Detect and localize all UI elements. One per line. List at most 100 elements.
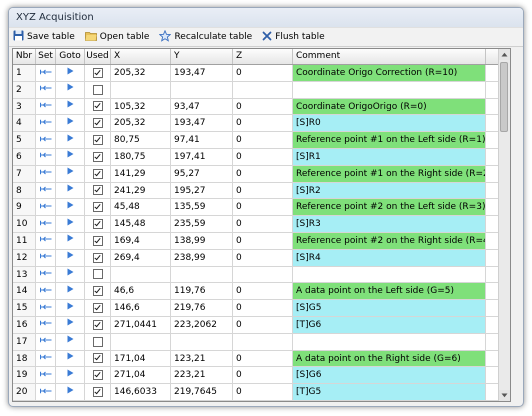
z-cell[interactable]: 0 [233,367,293,384]
goto-button[interactable] [56,367,85,384]
set-button[interactable] [36,300,56,316]
goto-button[interactable] [56,249,85,266]
z-cell[interactable]: 0 [233,115,293,132]
scroll-up-arrow-icon[interactable] [499,49,510,60]
comment-cell[interactable]: [S]R1 [293,148,486,165]
goto-button[interactable] [56,216,85,232]
set-button[interactable] [36,148,56,165]
used-checkbox[interactable] [92,353,103,364]
y-cell[interactable]: 119,76 [171,283,233,300]
z-cell[interactable]: 0 [233,182,293,199]
col-x-header[interactable]: X [111,49,171,64]
used-checkbox[interactable] [92,269,103,280]
used-checkbox[interactable] [92,135,103,146]
comment-cell[interactable]: [S]R3 [293,216,486,232]
recalculate-table-button[interactable]: Recalculate table [159,29,252,45]
x-cell[interactable]: 80,75 [111,132,171,148]
comment-cell[interactable]: Coordinate Origo Correction (R=10) [293,65,486,81]
table-row[interactable]: 17 [13,333,510,351]
goto-button[interactable] [56,132,85,148]
z-cell[interactable]: 0 [233,165,293,182]
x-cell[interactable]: 269,4 [111,249,171,266]
comment-cell[interactable]: A data point on the Right side (G=6) [293,350,486,367]
table-row[interactable]: 2 [13,81,510,99]
used-checkbox[interactable] [92,202,103,213]
col-z-header[interactable]: Z [233,49,293,64]
set-button[interactable] [36,98,56,115]
set-button[interactable] [36,182,56,199]
x-cell[interactable]: 105,32 [111,98,171,115]
comment-cell[interactable]: Reference point #2 on the Left side (R=3… [293,199,486,216]
used-checkbox[interactable] [92,67,103,78]
set-button[interactable] [36,333,56,350]
used-checkbox-cell[interactable] [85,367,111,384]
used-checkbox-cell[interactable] [85,115,111,132]
y-cell[interactable]: 193,47 [171,65,233,81]
used-checkbox-cell[interactable] [85,333,111,350]
set-button[interactable] [36,65,56,81]
goto-button[interactable] [56,283,85,300]
goto-button[interactable] [56,115,85,132]
col-goto-header[interactable]: Goto [56,49,85,64]
comment-cell[interactable] [293,81,486,98]
z-cell[interactable]: 0 [233,132,293,148]
used-checkbox-cell[interactable] [85,199,111,216]
x-cell[interactable]: 46,6 [111,283,171,300]
goto-button[interactable] [56,182,85,199]
comment-cell[interactable]: Reference point #1 on the Right side (R=… [293,165,486,182]
comment-cell[interactable]: A data point on the Left side (G=5) [293,283,486,300]
table-row[interactable]: 5 80,75 97,41 0 Reference point #1 on the Le… [13,132,510,149]
x-cell[interactable]: 205,32 [111,65,171,81]
used-checkbox-cell[interactable] [85,232,111,249]
x-cell[interactable]: 271,0441 [111,316,171,333]
col-used-header[interactable]: Used [85,49,111,64]
used-checkbox-cell[interactable] [85,98,111,115]
flush-table-button[interactable]: Flush table [262,31,325,44]
z-cell[interactable]: 0 [233,384,293,400]
col-nbr-header[interactable]: Nbr [13,49,36,64]
goto-button[interactable] [56,232,85,249]
used-checkbox-cell[interactable] [85,182,111,199]
goto-button[interactable] [56,199,85,216]
y-cell[interactable] [171,266,233,283]
used-checkbox-cell[interactable] [85,65,111,81]
used-checkbox[interactable] [92,151,103,162]
table-row[interactable]: 10 145,48 235,59 0 [S]R3 [13,216,510,233]
table-row[interactable]: 14 46,6 119,76 0 A data point on the Left si… [13,283,510,301]
goto-button[interactable] [56,316,85,333]
z-cell[interactable]: 0 [233,216,293,232]
z-cell[interactable]: 0 [233,350,293,367]
x-cell[interactable]: 241,29 [111,182,171,199]
table-row[interactable]: 16 271,0441 223,2062 0 [T]G6 [13,316,510,334]
y-cell[interactable]: 138,99 [171,232,233,249]
used-checkbox[interactable] [92,118,103,129]
y-cell[interactable]: 135,59 [171,199,233,216]
used-checkbox-cell[interactable] [85,148,111,165]
y-cell[interactable] [171,81,233,98]
y-cell[interactable]: 238,99 [171,249,233,266]
comment-cell[interactable]: [T]G6 [293,316,486,333]
set-button[interactable] [36,249,56,266]
x-cell[interactable]: 169,4 [111,232,171,249]
open-table-button[interactable]: Open table [84,31,149,44]
z-cell[interactable]: 0 [233,98,293,115]
z-cell[interactable]: 0 [233,65,293,81]
z-cell[interactable]: 0 [233,249,293,266]
used-checkbox-cell[interactable] [85,316,111,333]
comment-cell[interactable] [293,333,486,350]
x-cell[interactable]: 141,29 [111,165,171,182]
used-checkbox-cell[interactable] [85,266,111,283]
comment-cell[interactable]: [S]R0 [293,115,486,132]
comment-cell[interactable]: Reference point #2 on the Right side (R=… [293,232,486,249]
set-button[interactable] [36,283,56,300]
used-checkbox[interactable] [92,319,103,330]
goto-button[interactable] [56,384,85,400]
comment-cell[interactable]: [S]R2 [293,182,486,199]
y-cell[interactable]: 235,59 [171,216,233,232]
used-checkbox-cell[interactable] [85,283,111,300]
x-cell[interactable]: 145,48 [111,216,171,232]
goto-button[interactable] [56,350,85,367]
used-checkbox-cell[interactable] [85,216,111,232]
comment-cell[interactable]: [S]G5 [293,300,486,316]
set-button[interactable] [36,367,56,384]
